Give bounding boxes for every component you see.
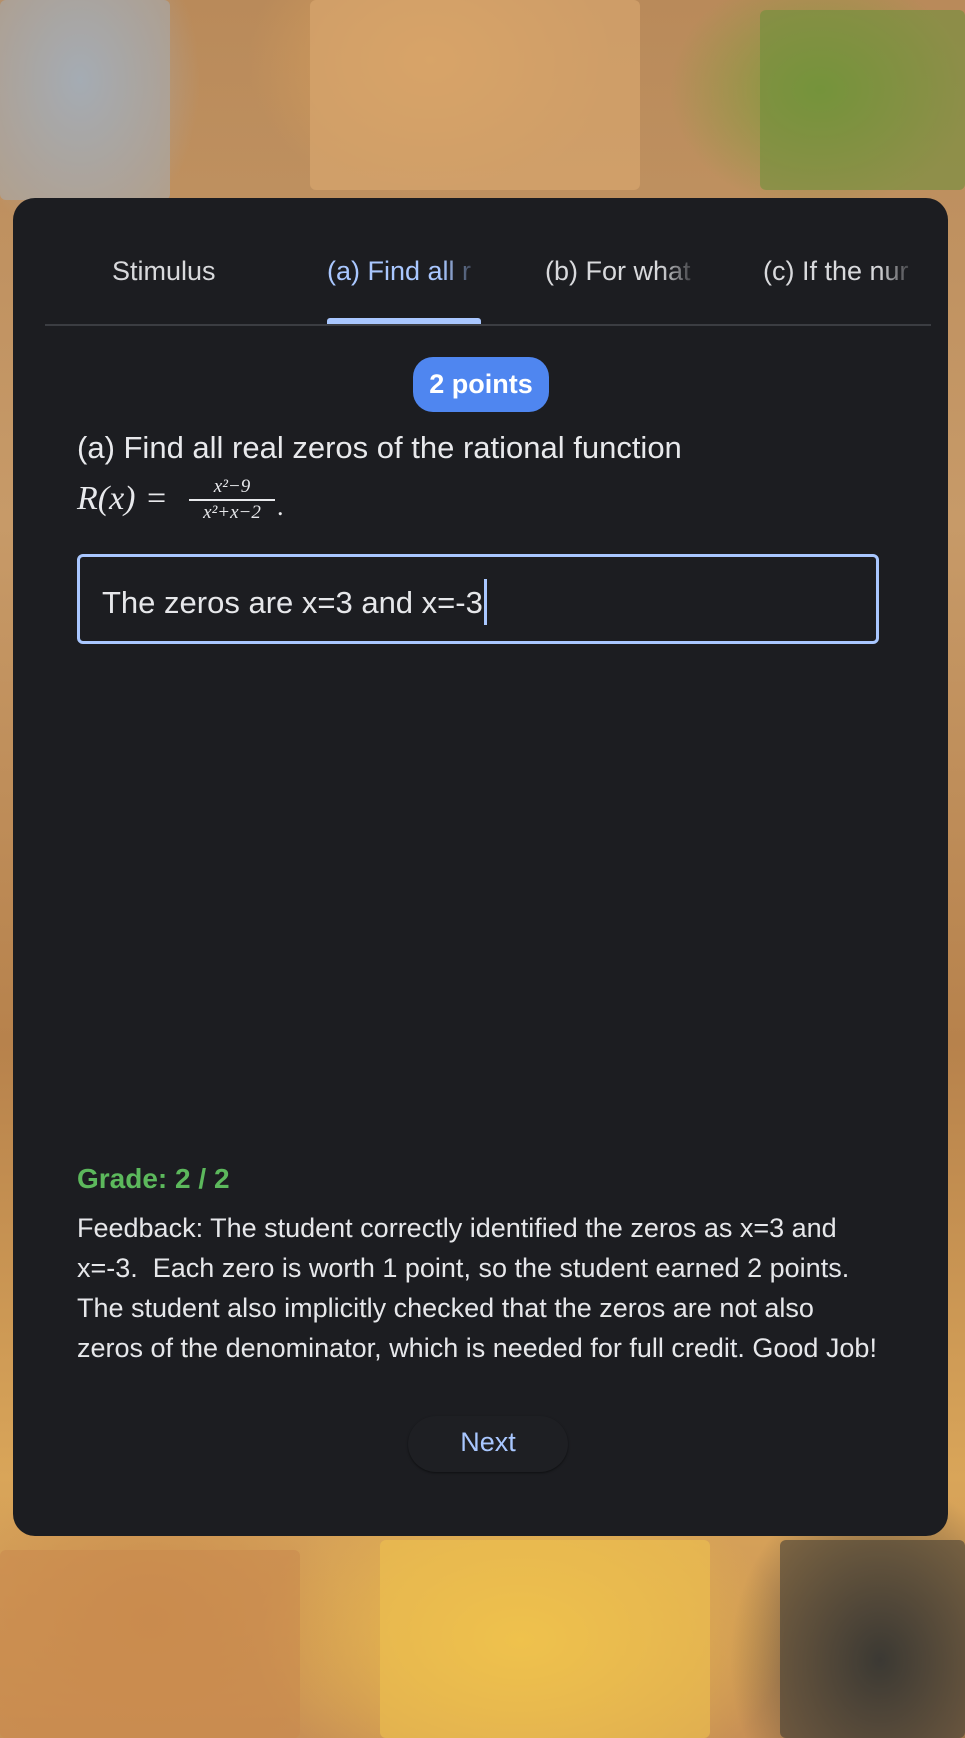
background-block: [0, 0, 170, 200]
answer-input-value[interactable]: The zeros are x=3 and x=-3: [102, 579, 487, 628]
background-block: [760, 10, 965, 190]
formula-denominator: x²+x−2: [203, 502, 261, 523]
background-block: [380, 1540, 710, 1738]
grade-label: Grade: 2 / 2: [77, 1163, 230, 1194]
formula-fraction: x²−9 x²+x−2: [189, 476, 275, 524]
text-cursor: [483, 579, 487, 625]
background-block: [310, 0, 640, 190]
tab-part-a[interactable]: (a) Find all r: [327, 256, 481, 296]
formula-period: .: [277, 492, 284, 521]
tab-part-b[interactable]: (b) For what: [545, 256, 699, 296]
active-tab-indicator: [327, 318, 481, 324]
tab-part-c[interactable]: (c) If the nur: [763, 256, 917, 296]
formula-equals: =: [147, 480, 167, 517]
background-block: [0, 1550, 300, 1738]
formula-lhs: R(x): [77, 480, 136, 517]
question-text: (a) Find all real zeros of the rational …: [77, 430, 682, 465]
answer-text: The zeros are x=3 and x=-3: [102, 585, 483, 621]
answer-input[interactable]: The zeros are x=3 and x=-3: [77, 554, 879, 644]
fraction-bar: [189, 499, 275, 501]
tab-stimulus[interactable]: Stimulus: [112, 256, 252, 296]
points-badge: 2 points: [413, 357, 549, 412]
formula-numerator: x²−9: [213, 476, 251, 497]
question-card: Stimulus (a) Find all r (b) For what (c)…: [13, 198, 948, 1536]
next-button[interactable]: Next: [408, 1416, 568, 1472]
background-block: [780, 1540, 965, 1738]
tab-bar: Stimulus (a) Find all r (b) For what (c)…: [45, 198, 931, 326]
feedback-text: Feedback: The student correctly identifi…: [77, 1213, 877, 1363]
